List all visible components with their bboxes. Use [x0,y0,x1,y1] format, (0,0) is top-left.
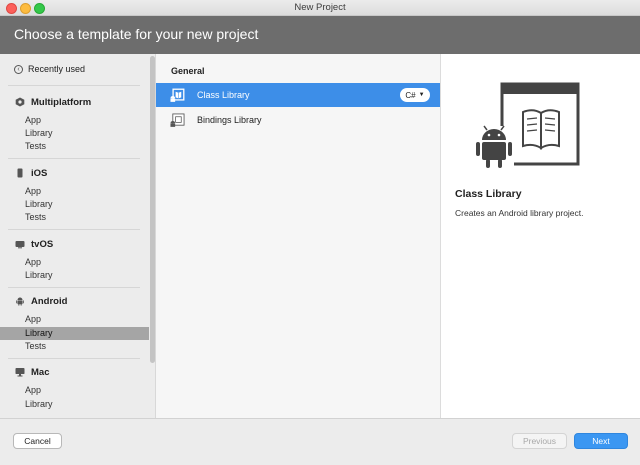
chevron-left-icon: ‹ [14,64,23,74]
detail-title: Class Library [455,188,522,200]
new-project-window: New Project Choose a template for your n… [0,0,640,465]
dialog-footer: Cancel Previous Next [0,418,640,465]
sidebar-item-android-app[interactable]: App [0,313,149,326]
sidebar-item-tvos-app[interactable]: App [0,256,149,269]
sidebar-scrollbar-thumb[interactable] [150,56,155,363]
sidebar-item-android-tests[interactable]: Tests [0,340,149,353]
section-tvos: tvOS [15,237,53,251]
template-list: General Class Library C# ▼ Bindings Libr… [156,54,441,418]
template-group-heading: General [171,66,205,76]
sidebar-item-ios-tests[interactable]: Tests [0,211,149,224]
detail-description: Creates an Android library project. [455,208,584,218]
template-row-bindings-library[interactable]: Bindings Library [156,108,440,132]
android-icon [16,297,24,306]
bindings-library-icon [170,113,185,127]
language-value: C# [405,90,416,100]
template-detail-panel: Class Library Creates an Android library… [441,54,640,418]
window-title: New Project [294,2,346,13]
section-multiplatform: Multiplatform [15,95,91,109]
section-mac: Mac [15,365,49,379]
tv-icon [15,241,25,249]
sidebar-divider [8,158,140,159]
class-library-preview-icon [476,82,580,170]
template-label: Bindings Library [197,115,262,125]
monitor-icon [15,368,25,377]
language-selector[interactable]: C# ▼ [400,88,430,102]
phone-icon [17,168,23,178]
section-ios: iOS [15,166,47,180]
multiplatform-icon [15,97,25,107]
template-label: Class Library [197,90,250,100]
template-row-class-library[interactable]: Class Library C# ▼ [156,83,440,107]
title-bar: New Project [0,0,640,16]
sidebar-divider [8,358,140,359]
sidebar-divider [8,85,140,86]
category-sidebar: ‹ Recently used Multiplatform App Librar… [0,54,156,418]
sidebar-item-mac-app[interactable]: App [0,384,149,397]
recently-used-item[interactable]: ‹ Recently used [14,62,85,76]
dialog-header: Choose a template for your new project [0,16,640,54]
previous-button[interactable]: Previous [512,433,567,449]
sidebar-divider [8,229,140,230]
sidebar-item-multiplatform-app[interactable]: App [0,114,149,127]
dialog-title: Choose a template for your new project [14,26,259,42]
next-button[interactable]: Next [574,433,628,449]
recently-used-label: Recently used [28,64,86,74]
section-android: Android [15,294,67,308]
caret-down-icon: ▼ [418,92,425,98]
sidebar-item-tvos-library[interactable]: Library [0,269,149,282]
sidebar-item-ios-library[interactable]: Library [0,198,149,211]
sidebar-divider [8,287,140,288]
sidebar-item-ios-app[interactable]: App [0,185,149,198]
sidebar-item-android-library[interactable]: Library [0,327,149,340]
sidebar-item-mac-library[interactable]: Library [0,398,149,411]
sidebar-item-multiplatform-tests[interactable]: Tests [0,140,149,153]
cancel-button[interactable]: Cancel [13,433,62,449]
class-library-icon [170,88,185,102]
sidebar-item-multiplatform-library[interactable]: Library [0,127,149,140]
